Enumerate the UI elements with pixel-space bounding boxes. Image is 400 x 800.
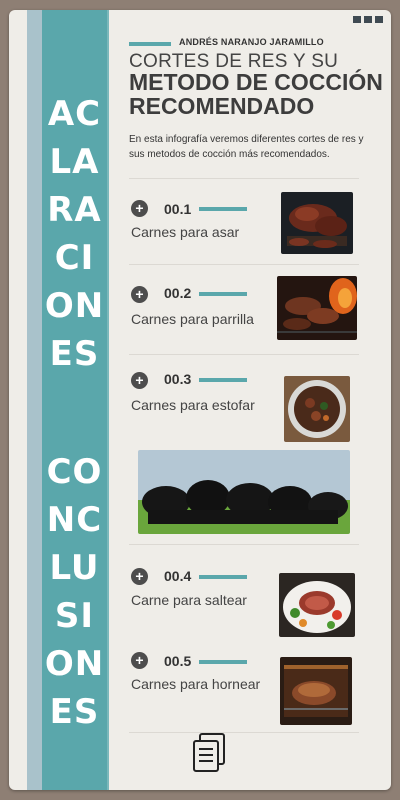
author-name: ANDRÉS NARANJO JARAMILLO (179, 37, 324, 47)
expand-plus-icon[interactable]: + (131, 568, 148, 585)
divider (129, 732, 359, 733)
divider (129, 178, 359, 179)
item-number: 00.1 (164, 201, 192, 217)
item-number: 00.4 (164, 568, 192, 584)
side-stripe-light (27, 10, 43, 790)
side-text-syllable: ON (44, 644, 105, 684)
item-accent-bar (199, 292, 247, 296)
divider (129, 264, 359, 265)
side-stripe-thin (107, 10, 109, 790)
sliced-steak-plate-photo (279, 573, 355, 637)
side-text-syllable: ON (44, 286, 105, 326)
menu-icon[interactable] (353, 16, 383, 23)
aclaraciones-vertical-text[interactable]: AC LA RA CI ON ES (42, 90, 107, 378)
side-text-syllable: RA (47, 190, 102, 230)
side-text-syllable: LA (49, 142, 100, 182)
expand-plus-icon[interactable]: + (131, 286, 148, 303)
author-accent-bar (129, 42, 171, 46)
side-text-syllable: CI (54, 238, 95, 278)
conclusiones-vertical-text[interactable]: CO NC LU SI ON ES (42, 448, 107, 736)
item-label: Carnes para hornear (131, 676, 261, 692)
side-text-syllable: LU (49, 548, 100, 588)
divider (129, 544, 359, 545)
item-accent-bar (199, 207, 247, 211)
stew-pot-photo (284, 376, 350, 442)
infographic-card: AC LA RA CI ON ES CO NC LU SI ON ES ANDR… (9, 10, 391, 790)
barbecue-grill-photo (277, 276, 357, 340)
grilled-ribs-photo (281, 192, 353, 254)
item-number: 00.2 (164, 285, 192, 301)
document-icon[interactable] (192, 733, 226, 778)
side-text-syllable: NC (46, 500, 103, 540)
expand-plus-icon[interactable]: + (131, 372, 148, 389)
item-label: Carnes para estofar (131, 397, 255, 413)
side-text-syllable: SI (54, 596, 95, 636)
oven-roast-photo (280, 657, 352, 725)
item-accent-bar (199, 378, 247, 382)
side-text-syllable: CO (46, 452, 103, 492)
cattle-herd-photo (138, 450, 350, 534)
title-line-3: RECOMENDADO (129, 93, 315, 119)
side-text-syllable: ES (49, 692, 100, 732)
title-main: METODO DE COCCIÓN RECOMENDADO (129, 70, 383, 118)
menu-dot (375, 16, 383, 23)
menu-dot (353, 16, 361, 23)
description: En esta infografía veremos diferentes co… (129, 134, 364, 160)
side-text-syllable: ES (49, 334, 100, 374)
expand-plus-icon[interactable]: + (131, 200, 148, 217)
item-number: 00.5 (164, 653, 192, 669)
item-accent-bar (199, 575, 247, 579)
menu-dot (364, 16, 372, 23)
item-label: Carnes para asar (131, 224, 240, 240)
item-number: 00.3 (164, 371, 192, 387)
side-text-syllable: AC (47, 94, 102, 134)
item-label: Carne para saltear (131, 592, 247, 608)
item-label: Carnes para parrilla (131, 311, 254, 327)
expand-plus-icon[interactable]: + (131, 652, 148, 669)
item-accent-bar (199, 660, 247, 664)
divider (129, 354, 359, 355)
title-line-2: METODO DE COCCIÓN (129, 69, 383, 95)
